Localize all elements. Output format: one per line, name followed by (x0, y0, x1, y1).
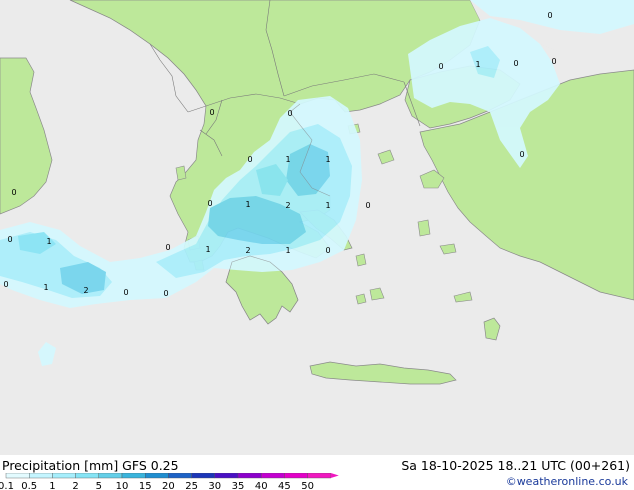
value-label: 1 (325, 155, 330, 164)
scale-label: 35 (232, 481, 245, 490)
scale-label: 0.1 (0, 481, 14, 490)
value-label: 1 (285, 246, 290, 255)
value-label: 1 (46, 237, 51, 246)
value-label: 0 (207, 199, 212, 208)
value-label: 1 (43, 283, 48, 292)
scale-swatch (214, 473, 239, 479)
scale-label: 50 (301, 481, 314, 490)
land-corfu (175, 165, 187, 181)
scale-label: 20 (162, 481, 175, 490)
scale-swatch (284, 473, 308, 479)
scale-swatch (29, 473, 53, 479)
scale-swatch (307, 473, 332, 479)
scale-label: 0.5 (21, 481, 37, 490)
forecast-datetime: Sa 18-10-2025 18..21 UTC (00+261) (401, 458, 630, 473)
value-label: 0 (123, 288, 128, 297)
scale-swatch (261, 473, 285, 479)
land-andros (355, 253, 367, 267)
scale-label: 40 (255, 481, 268, 490)
value-label: 2 (83, 286, 88, 295)
value-label: 0 (7, 235, 12, 244)
land-chios (417, 219, 431, 237)
footer-bar: Precipitation [mm] GFS 0.25 Sa 18-10-202… (0, 455, 634, 490)
scale-label: 1 (49, 481, 55, 490)
scale-swatch (168, 473, 192, 479)
scale-swatch (5, 473, 30, 479)
credit-link[interactable]: ©weatheronline.co.uk (506, 475, 628, 488)
scale-label: 5 (96, 481, 102, 490)
value-label: 0 (547, 11, 552, 20)
scale-label: 2 (72, 481, 78, 490)
scale-arrow-tip (330, 473, 339, 478)
value-label: 0 (513, 59, 518, 68)
scale-label: 45 (278, 481, 291, 490)
scale-swatch (121, 473, 146, 479)
product-title: Precipitation [mm] GFS 0.25 (2, 458, 179, 473)
value-label: 0 (163, 289, 168, 298)
scale-label: 25 (185, 481, 198, 490)
precipitation-map: 0 1 0 0 0 0 0 1 1 0 1 2 1 0 0 1 2 1 0 0 … (0, 0, 634, 470)
value-label: 1 (245, 200, 250, 209)
scale-labels: 0.1 0.5 1 2 5 10 15 20 25 30 35 40 45 50 (0, 481, 314, 490)
value-label: 0 (209, 108, 214, 117)
value-label: 0 (3, 280, 8, 289)
value-label: 0 (325, 246, 330, 255)
value-label: 0 (365, 201, 370, 210)
scale-swatch (237, 473, 262, 479)
value-label: 0 (551, 57, 556, 66)
value-label: 0 (11, 188, 16, 197)
value-label: 0 (247, 155, 252, 164)
value-label: 2 (285, 201, 290, 210)
value-label: 1 (285, 155, 290, 164)
value-label: 0 (519, 150, 524, 159)
value-label: 0 (165, 243, 170, 252)
land-paros (355, 293, 367, 305)
value-label: 0 (438, 62, 443, 71)
color-scale-legend: 0.1 0.5 1 2 5 10 15 20 25 30 35 40 45 50 (0, 473, 339, 490)
value-label: 1 (205, 245, 210, 254)
scale-label: 15 (139, 481, 152, 490)
value-label: 2 (245, 246, 250, 255)
scale-swatch (52, 473, 76, 479)
value-label: 1 (325, 201, 330, 210)
scale-swatch (191, 473, 216, 479)
scale-swatch (98, 473, 123, 479)
scale-swatches (5, 473, 339, 479)
scale-label: 30 (208, 481, 221, 490)
value-label: 0 (287, 109, 292, 118)
scale-swatch (75, 473, 99, 479)
scale-label: 10 (116, 481, 129, 490)
value-label: 1 (475, 60, 480, 69)
scale-swatch (144, 473, 169, 479)
